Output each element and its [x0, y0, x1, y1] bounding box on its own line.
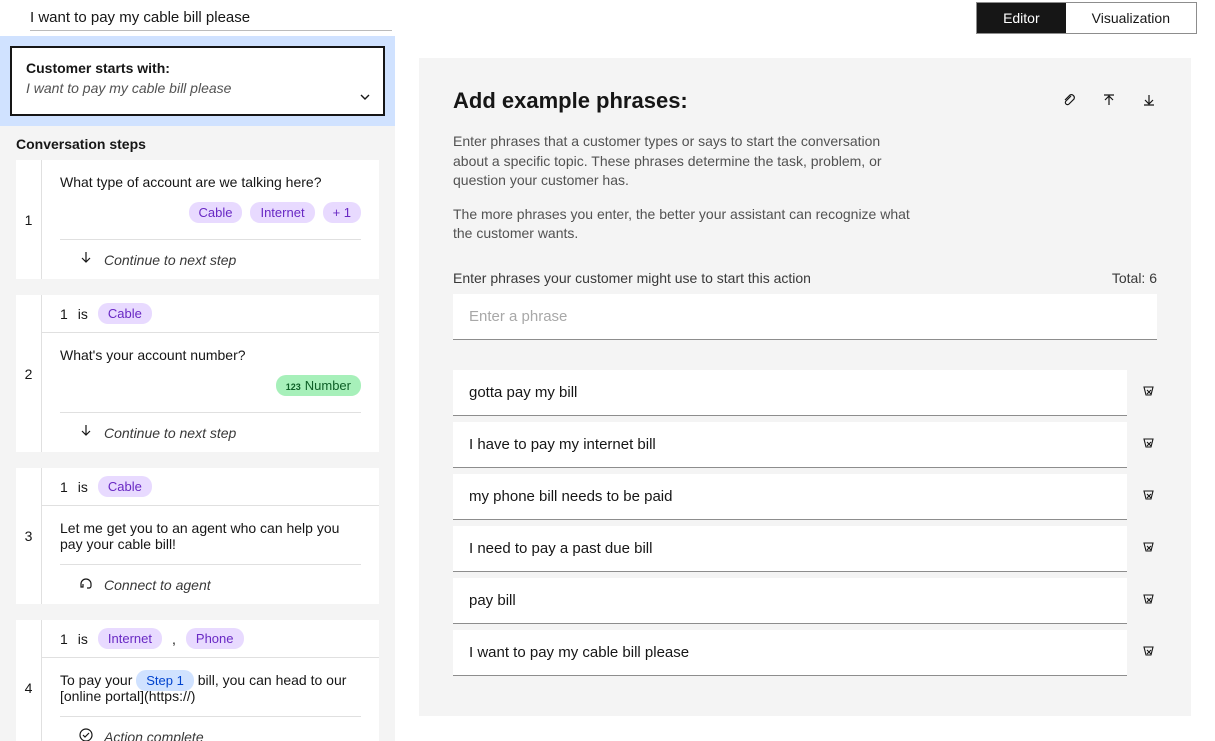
step-card[interactable]: 4 1 is Internet , Phone To pay your Step… [16, 620, 379, 741]
step-number: 1 [16, 160, 42, 279]
phrase-input-label: Enter phrases your customer might use to… [453, 270, 811, 286]
cond-is: is [78, 479, 88, 495]
phrase-cell[interactable]: I need to pay a past due bill [453, 526, 1127, 572]
example-phrases-panel: Add example phrases: Enter phrases that … [419, 58, 1191, 716]
option-tag-more[interactable]: + 1 [323, 202, 361, 223]
step-card[interactable]: 2 1 is Cable What's your account number?… [16, 295, 379, 452]
step-number: 2 [16, 295, 42, 452]
cond-tag[interactable]: Cable [98, 476, 152, 497]
step-card[interactable]: 1 What type of account are we talking he… [16, 160, 379, 279]
cond-is: is [78, 306, 88, 322]
chevron-down-icon[interactable] [357, 89, 373, 108]
panel-title: Add example phrases: [453, 88, 1061, 114]
cond-step-ref: 1 [60, 631, 68, 647]
phrase-cell[interactable]: pay bill [453, 578, 1127, 624]
step-text: Let me get you to an agent who can help … [42, 506, 379, 558]
step-text: What's your account number? [42, 333, 379, 369]
phrase-total: Total: 6 [1112, 270, 1157, 286]
phrase-cell[interactable]: my phone bill needs to be paid [453, 474, 1127, 520]
cond-is: is [78, 631, 88, 647]
delete-phrase-icon[interactable] [1141, 539, 1157, 558]
complete-label: Action complete [104, 729, 204, 741]
cond-tag[interactable]: Internet [98, 628, 162, 649]
connect-label: Connect to agent [104, 577, 211, 593]
delete-phrase-icon[interactable] [1141, 591, 1157, 610]
option-tag[interactable]: Internet [250, 202, 314, 223]
cond-tag[interactable]: Phone [186, 628, 244, 649]
delete-phrase-icon[interactable] [1141, 487, 1157, 506]
number-tag[interactable]: Number [276, 375, 361, 396]
headset-icon [78, 575, 94, 594]
continue-label: Continue to next step [104, 425, 236, 441]
phrase-row: pay bill [453, 578, 1157, 624]
step-number: 3 [16, 468, 42, 604]
action-title-input[interactable] [30, 5, 392, 31]
phrase-row: I need to pay a past due bill [453, 526, 1157, 572]
cond-tag[interactable]: Cable [98, 303, 152, 324]
phrase-input[interactable] [453, 294, 1157, 340]
attachment-icon[interactable] [1061, 92, 1077, 111]
arrow-down-icon [78, 250, 94, 269]
step-text: To pay your Step 1 bill, you can head to… [42, 658, 379, 710]
phrase-row: gotta pay my bill [453, 370, 1157, 416]
steps-sidebar: Customer starts with: I want to pay my c… [0, 36, 395, 741]
condition-row[interactable]: 1 is Cable [42, 295, 379, 333]
phrase-row: I have to pay my internet bill [453, 422, 1157, 468]
delete-phrase-icon[interactable] [1141, 643, 1157, 662]
delete-phrase-icon[interactable] [1141, 383, 1157, 402]
download-icon[interactable] [1141, 92, 1157, 111]
view-switch: Editor Visualization [976, 2, 1197, 34]
step-card[interactable]: 3 1 is Cable Let me get you to an agent … [16, 468, 379, 604]
phrase-row: my phone bill needs to be paid [453, 474, 1157, 520]
option-tag[interactable]: Cable [189, 202, 243, 223]
conversation-steps-label: Conversation steps [0, 126, 395, 160]
phrase-cell[interactable]: gotta pay my bill [453, 370, 1127, 416]
panel-description: Enter phrases that a customer types or s… [453, 132, 913, 191]
panel-description: The more phrases you enter, the better y… [453, 205, 913, 244]
condition-row[interactable]: 1 is Cable [42, 468, 379, 506]
step-text: What type of account are we talking here… [42, 160, 379, 196]
customer-starts-block[interactable]: Customer starts with: I want to pay my c… [10, 46, 385, 116]
condition-row[interactable]: 1 is Internet , Phone [42, 620, 379, 658]
tab-editor[interactable]: Editor [977, 3, 1066, 33]
tab-visualization[interactable]: Visualization [1066, 3, 1196, 33]
comma: , [172, 631, 176, 647]
starts-phrase: I want to pay my cable bill please [26, 80, 369, 96]
arrow-down-icon [78, 423, 94, 442]
checkmark-circle-icon [78, 727, 94, 741]
cond-step-ref: 1 [60, 479, 68, 495]
starts-label: Customer starts with: [26, 60, 369, 76]
upload-icon[interactable] [1101, 92, 1117, 111]
continue-label: Continue to next step [104, 252, 236, 268]
phrase-row: I want to pay my cable bill please [453, 630, 1157, 676]
phrase-cell[interactable]: I have to pay my internet bill [453, 422, 1127, 468]
phrase-list: gotta pay my bill I have to pay my intern… [453, 370, 1157, 676]
phrase-cell[interactable]: I want to pay my cable bill please [453, 630, 1127, 676]
step-number: 4 [16, 620, 42, 741]
cond-step-ref: 1 [60, 306, 68, 322]
delete-phrase-icon[interactable] [1141, 435, 1157, 454]
